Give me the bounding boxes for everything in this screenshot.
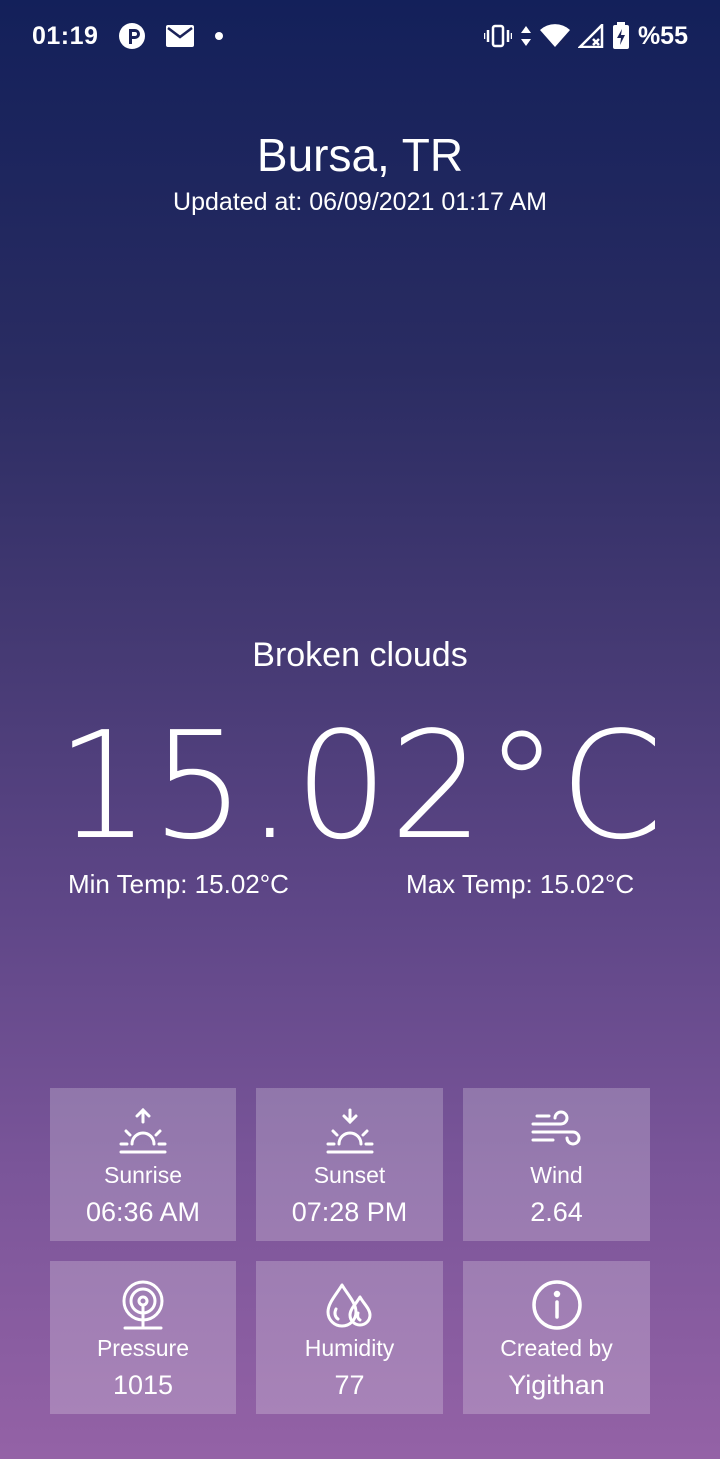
max-temperature: Max Temp: 15.02°C (406, 869, 635, 899)
humidity-value: 77 (334, 1370, 365, 1400)
details-grid: Sunrise 06:36 AM Sunset 07:28 PM Wind 2.… (50, 1088, 650, 1414)
sunrise-icon (115, 1106, 171, 1158)
mail-icon (166, 25, 195, 47)
created-by-value: Yigithan (508, 1370, 605, 1400)
wind-label: Wind (530, 1162, 583, 1188)
wind-icon (529, 1106, 585, 1158)
pressure-value: 1015 (112, 1370, 174, 1400)
svg-text:4: 4 (560, 37, 566, 48)
pressure-label: Pressure (96, 1335, 190, 1361)
dot-icon (214, 31, 224, 41)
wifi-icon: 4 (539, 24, 570, 48)
weather-description: Broken clouds (252, 636, 468, 674)
sunrise-value: 06:36 AM (85, 1197, 201, 1227)
sunset-label: Sunset (313, 1162, 386, 1188)
sunset-value: 07:28 PM (291, 1197, 408, 1227)
detail-card-sunrise: Sunrise 06:36 AM (50, 1088, 236, 1241)
wind-value: 2.64 (530, 1197, 583, 1227)
data-arrows-icon (520, 24, 532, 48)
status-clock: 01:19 (32, 21, 99, 50)
sunset-icon (322, 1106, 378, 1158)
pinterest-icon (118, 22, 146, 50)
battery-charging-icon (612, 22, 630, 50)
sunrise-label: Sunrise (104, 1162, 182, 1188)
city-name: Bursa, TR (256, 129, 464, 181)
humidity-icon (322, 1279, 378, 1331)
updated-at: Updated at: 06/09/2021 01:17 AM (173, 188, 547, 216)
humidity-label: Humidity (304, 1335, 395, 1361)
status-bar: 01:19 4 %55 (0, 0, 720, 72)
pressure-icon (115, 1279, 171, 1331)
detail-card-sunset: Sunset 07:28 PM (256, 1088, 443, 1241)
battery-percentage: %55 (637, 21, 688, 50)
min-temperature: Min Temp: 15.02°C (68, 869, 289, 899)
current-temperature: 15.02°C (55, 700, 665, 872)
created-by-label: Created by (500, 1335, 613, 1361)
detail-card-humidity: Humidity 77 (256, 1261, 443, 1414)
vibrate-icon (483, 24, 512, 48)
detail-card-wind: Wind 2.64 (463, 1088, 650, 1241)
detail-card-created-by[interactable]: Created by Yigithan (463, 1261, 650, 1414)
detail-card-pressure: Pressure 1015 (50, 1261, 236, 1414)
info-icon (529, 1279, 585, 1331)
signal-icon (577, 24, 604, 48)
location-header: Bursa, TR Updated at: 06/09/2021 01:17 A… (0, 128, 720, 217)
